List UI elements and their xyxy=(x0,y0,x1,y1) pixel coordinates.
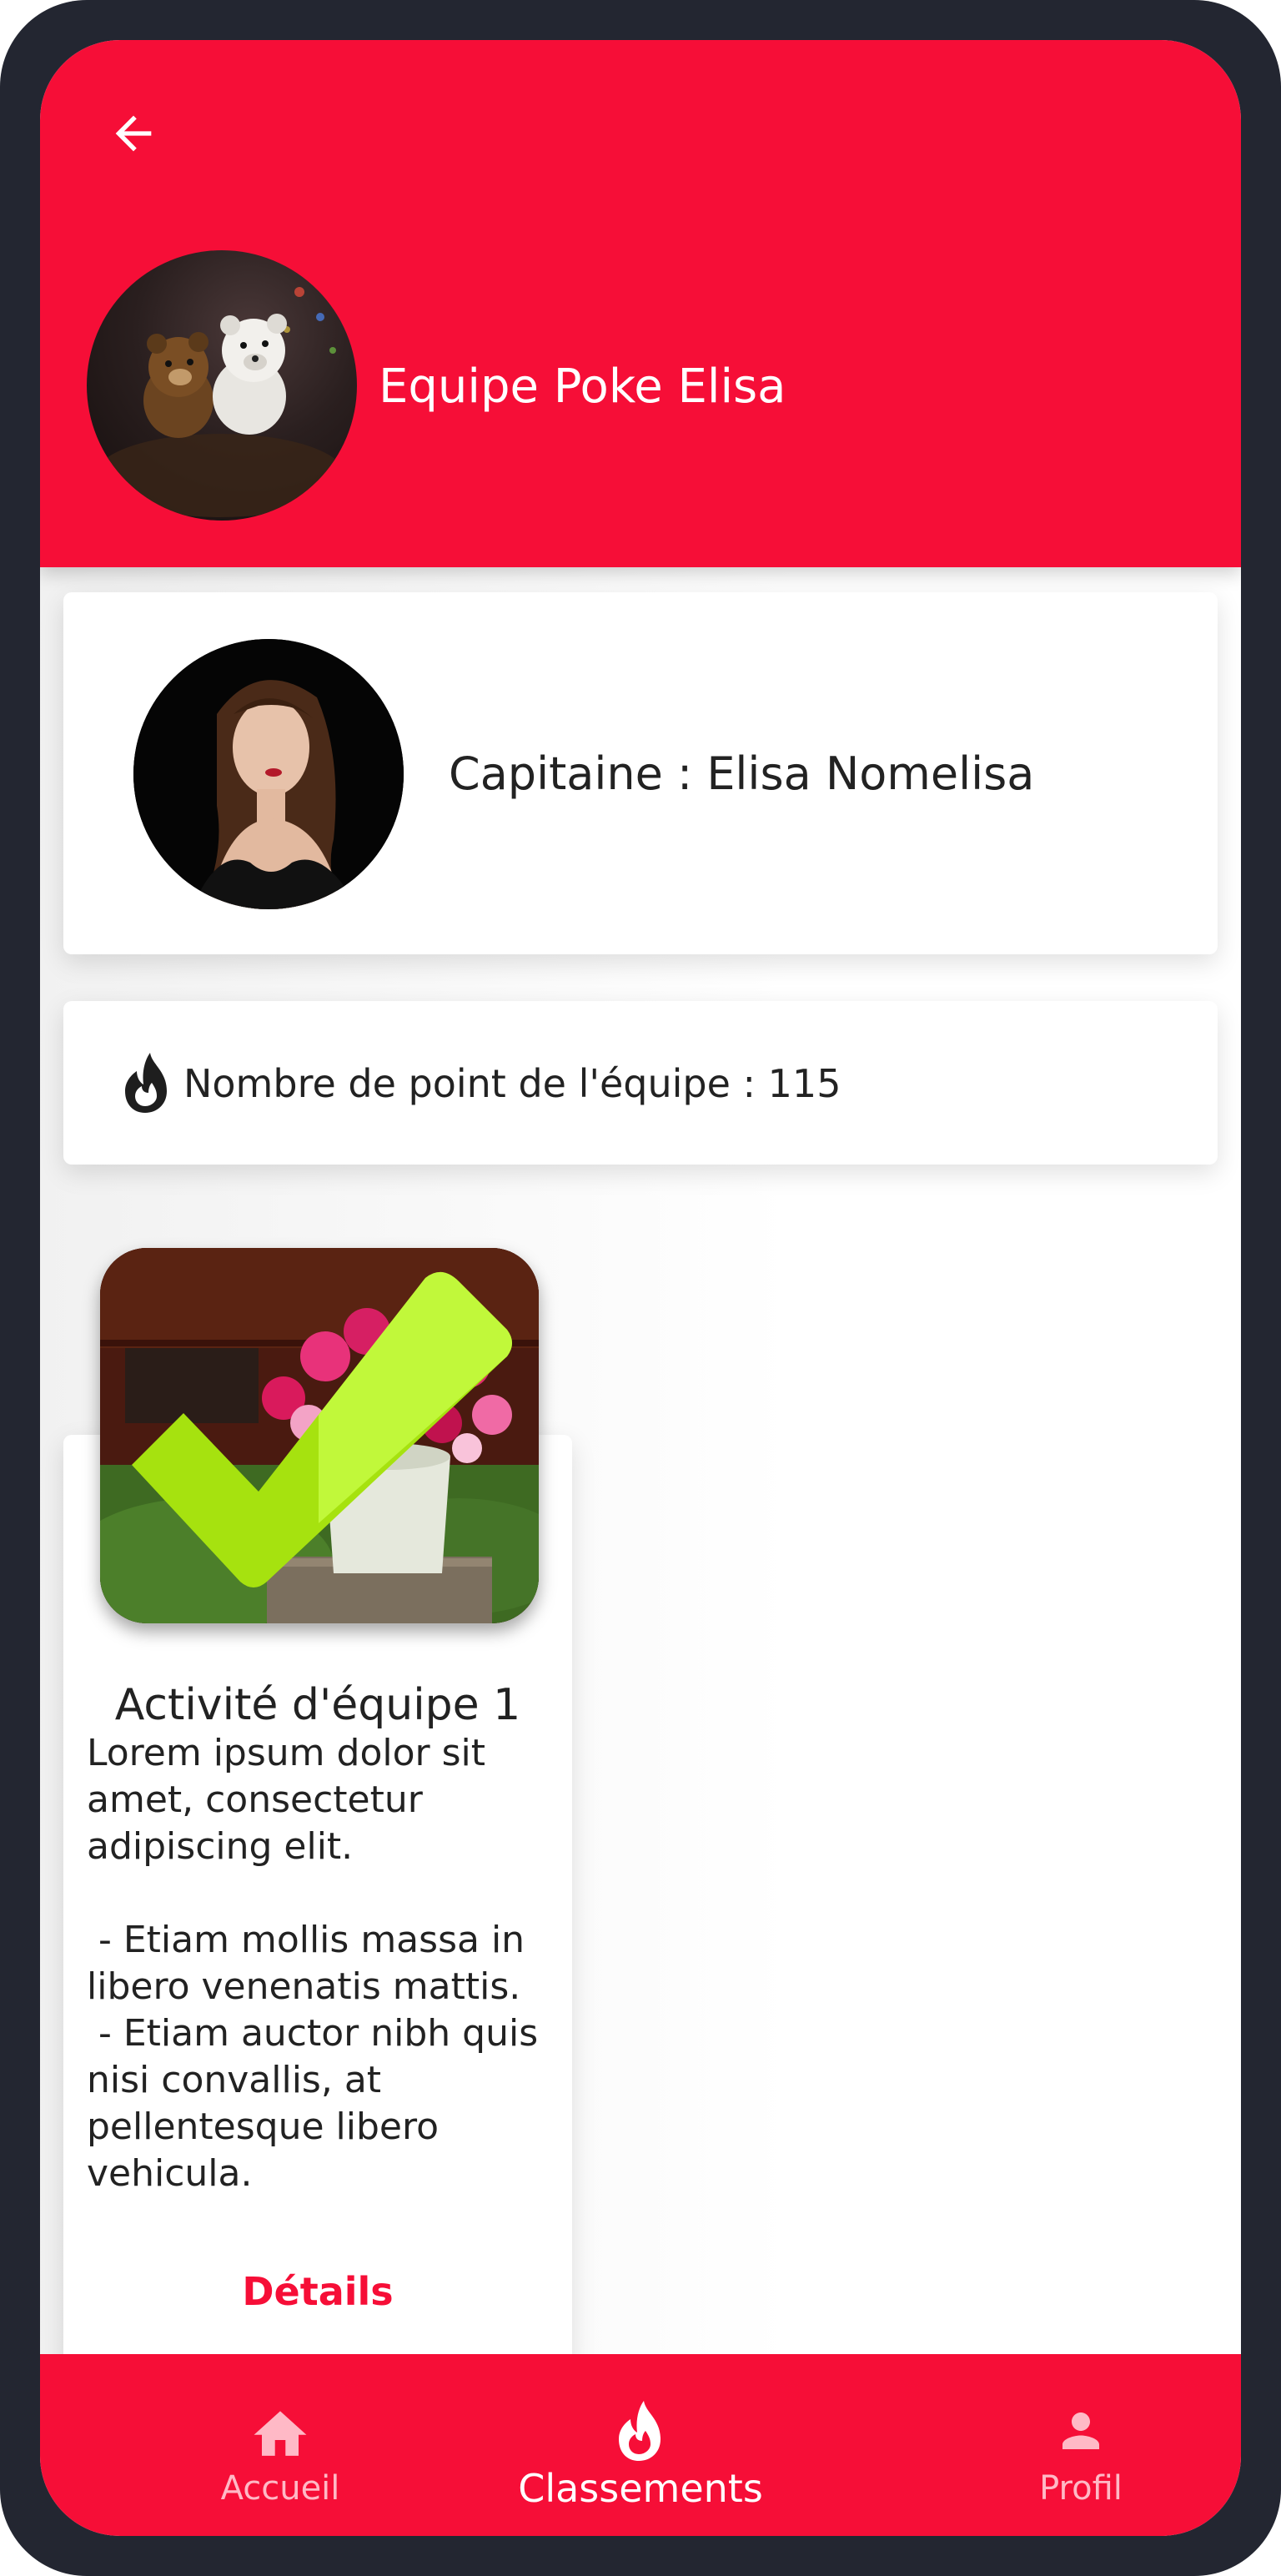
person-icon xyxy=(1062,2412,1099,2449)
captain-card: Capitaine : Elisa Nomelisa xyxy=(63,592,1218,954)
app-screen: Equipe Poke Elisa Capitaine: Elisa Nome… xyxy=(40,40,1241,2536)
nav-label-profil: Profil xyxy=(1039,2469,1123,2508)
activity-description: Lorem ipsum dolor sit amet, consectetur … xyxy=(87,1732,539,2195)
nav-label-classements: Classements xyxy=(518,2466,763,2511)
team-avatar xyxy=(87,250,357,521)
activity-card[interactable]: Activité d'équipe 1 Lorem ipsum dolor si… xyxy=(63,1248,572,2367)
team-points-label: Nombre de point de l'équipe : 115 xyxy=(183,1061,841,1106)
bottom-navigation: Accueil Classements Profil xyxy=(40,2354,1241,2536)
team-content: Capitaine : Elisa Nomelisa Nombre de poi… xyxy=(40,567,1241,2396)
flame-icon xyxy=(619,2401,661,2461)
back-button[interactable] xyxy=(93,93,173,174)
nav-item-profil[interactable]: Profil xyxy=(956,2354,1206,2536)
nav-label-accueil: Accueil xyxy=(220,2469,340,2508)
arrow-left-icon xyxy=(115,115,152,152)
details-button[interactable]: Détails xyxy=(63,2254,572,2329)
team-name: Equipe Poke Elisa xyxy=(379,360,786,414)
nav-item-classements[interactable]: Classements xyxy=(490,2354,791,2536)
phone-frame: Equipe Poke Elisa Capitaine: Elisa Nome… xyxy=(0,0,1281,2576)
activity-title: Activité d'équipe 1 xyxy=(114,1680,521,1730)
captain-avatar xyxy=(133,639,404,909)
activity-image xyxy=(100,1248,539,1623)
team-header: Equipe Poke Elisa xyxy=(40,40,1241,567)
team-points-card: Nombre de point de l'équipe : 115 xyxy=(63,1001,1218,1165)
nav-item-accueil[interactable]: Accueil xyxy=(155,2354,405,2536)
captain-name: Capitaine : Elisa Nomelisa xyxy=(449,747,1035,800)
home-icon xyxy=(254,2411,307,2456)
flame-icon xyxy=(125,1053,167,1113)
